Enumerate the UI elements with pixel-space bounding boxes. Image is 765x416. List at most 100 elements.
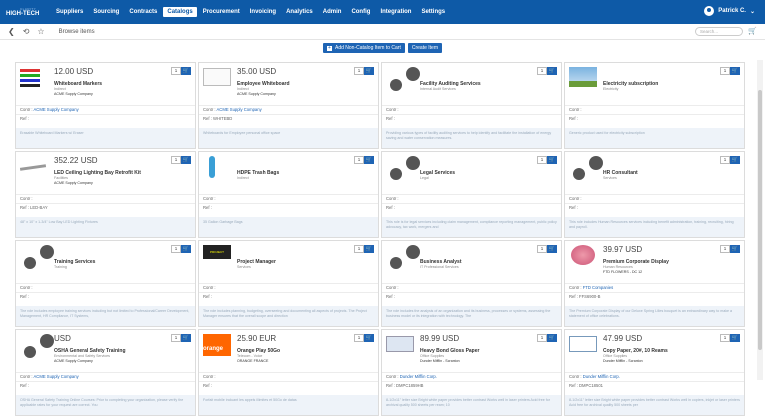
nav-item-admin[interactable]: Admin	[319, 7, 346, 17]
add-to-cart-icon[interactable]: 🛒	[181, 156, 191, 164]
add-non-catalog-button[interactable]: + Add Non-Catalog Item to Cart	[323, 43, 405, 53]
catalog-item-card[interactable]: PROJECT Project Manager Services 1 🛒 Contr : …	[198, 240, 379, 327]
add-to-cart-icon[interactable]: 🛒	[547, 245, 557, 253]
catalog-item-card[interactable]: Legal Services Legal 1 🛒 Contr : Ref : This …	[381, 151, 562, 238]
item-thumbnail[interactable]: PROJECT	[203, 245, 231, 265]
item-thumbnail[interactable]	[19, 156, 47, 176]
add-to-cart-icon[interactable]: 🛒	[181, 245, 191, 253]
add-to-cart-icon[interactable]: 🛒	[181, 334, 191, 342]
add-to-cart-icon[interactable]: 🛒	[364, 67, 374, 75]
quantity-input[interactable]: 1	[537, 67, 547, 75]
add-to-cart-icon[interactable]: 🛒	[364, 334, 374, 342]
nav-item-contracts[interactable]: Contracts	[125, 7, 161, 17]
add-to-cart-icon[interactable]: 🛒	[547, 156, 557, 164]
quantity-input[interactable]: 1	[720, 334, 730, 342]
nav-item-integration[interactable]: Integration	[376, 7, 415, 17]
scrollbar-thumb[interactable]	[758, 90, 762, 350]
nav-item-suppliers[interactable]: Suppliers	[52, 7, 87, 17]
item-thumbnail[interactable]	[20, 67, 46, 87]
quantity-input[interactable]: 1	[720, 156, 730, 164]
contract-link[interactable]: ACME Supply Company	[34, 107, 79, 112]
contract-label: Contr :	[386, 196, 399, 201]
nav-item-procurement[interactable]: Procurement	[199, 7, 244, 17]
quantity-input[interactable]: 1	[171, 334, 181, 342]
quantity-input[interactable]: 1	[537, 156, 547, 164]
item-thumbnail[interactable]	[203, 67, 231, 87]
item-thumbnail[interactable]: orange	[203, 334, 231, 356]
add-to-cart-icon[interactable]: 🛒	[730, 334, 740, 342]
user-menu[interactable]: Patrick C. ⌄	[704, 6, 755, 16]
quantity-input[interactable]: 1	[171, 156, 181, 164]
add-to-cart-icon[interactable]: 🛒	[730, 67, 740, 75]
item-thumbnail[interactable]	[569, 67, 597, 87]
nav-item-invoicing[interactable]: Invoicing	[246, 7, 280, 17]
back-icon[interactable]: ❮	[8, 27, 15, 36]
add-to-cart-icon[interactable]: 🛒	[730, 245, 740, 253]
item-description: Whiteboards for Employee personal office…	[199, 128, 378, 148]
add-to-cart-icon[interactable]: 🛒	[181, 67, 191, 75]
catalog-item-card[interactable]: Business Analyst IT Professional Services…	[381, 240, 562, 327]
item-thumbnail[interactable]	[20, 245, 54, 269]
history-icon[interactable]: ⟲	[23, 27, 30, 36]
item-thumbnail[interactable]	[386, 245, 420, 269]
catalog-item-card[interactable]: 47.99 USD Copy Paper, 20#, 10 Reams Office…	[564, 329, 745, 416]
contract-link[interactable]: ACME Supply Company	[217, 107, 262, 112]
quantity-input[interactable]: 1	[354, 156, 364, 164]
item-thumbnail[interactable]	[569, 334, 597, 354]
add-to-cart-icon[interactable]: 🛒	[547, 67, 557, 75]
quantity-control: 1 🛒	[354, 67, 374, 75]
item-thumbnail[interactable]	[569, 156, 603, 180]
catalog-item-card[interactable]: 39.97 USD Premium Corporate Display Human …	[564, 240, 745, 327]
catalog-item-card[interactable]: Training Services Training 1 🛒 Contr : Ref :…	[15, 240, 196, 327]
quantity-input[interactable]: 1	[720, 245, 730, 253]
item-thumbnail[interactable]	[20, 334, 54, 358]
quantity-input[interactable]: 1	[171, 245, 181, 253]
contract-row: Contr : Dunder Mifflin Corp.	[565, 372, 744, 381]
search-input[interactable]: Search...	[695, 27, 743, 36]
quantity-input[interactable]: 1	[537, 245, 547, 253]
quantity-input[interactable]: 1	[354, 67, 364, 75]
contract-link[interactable]: Dunder Mifflin Corp.	[583, 374, 620, 379]
create-item-button[interactable]: Create Item	[407, 43, 442, 53]
scrollbar[interactable]	[757, 60, 763, 380]
contract-link[interactable]: Dunder Mifflin Corp.	[400, 374, 437, 379]
catalog-item-card[interactable]: 12.00 USD Whiteboard Markers Indirect ACME …	[15, 62, 196, 149]
quantity-input[interactable]: 1	[720, 67, 730, 75]
cart-icon[interactable]: 🛒	[748, 27, 757, 35]
item-price: 352.22 USD	[54, 156, 98, 165]
catalog-item-card[interactable]: Facility Auditing Services Internal Audit…	[381, 62, 562, 149]
nav-item-sourcing[interactable]: Sourcing	[89, 7, 123, 17]
catalog-item-card[interactable]: HDPE Trash Bags Indirect 1 🛒 Contr : Ref : 3…	[198, 151, 379, 238]
ref-label: Ref :	[20, 294, 29, 299]
nav-item-analytics[interactable]: Analytics	[282, 7, 317, 17]
contract-link[interactable]: ACME Supply Company	[34, 374, 79, 379]
contract-row: Contr :	[382, 283, 561, 292]
add-to-cart-icon[interactable]: 🛒	[730, 156, 740, 164]
quantity-input[interactable]: 1	[354, 334, 364, 342]
nav-item-catalogs[interactable]: Catalogs	[163, 7, 197, 17]
add-to-cart-icon[interactable]: 🛒	[364, 245, 374, 253]
catalog-item-card[interactable]: 352.22 USD LED Ceiling Lighting Bay Retro…	[15, 151, 196, 238]
nav-item-settings[interactable]: Settings	[417, 7, 449, 17]
item-thumbnail[interactable]	[569, 245, 595, 265]
quantity-input[interactable]: 1	[354, 245, 364, 253]
quantity-input[interactable]: 1	[537, 334, 547, 342]
catalog-item-card[interactable]: 35.00 USD Employee Whiteboard Indirect ACME…	[198, 62, 379, 149]
logo[interactable]: CLARITY HIGH-TECH	[0, 7, 52, 17]
item-description: This role includes Human Resources servi…	[565, 217, 744, 237]
catalog-item-card[interactable]: USD OSHA General Safety Training Environme…	[15, 329, 196, 416]
item-thumbnail[interactable]	[203, 156, 229, 178]
add-to-cart-icon[interactable]: 🛒	[364, 156, 374, 164]
item-thumbnail[interactable]	[386, 67, 420, 91]
add-to-cart-icon[interactable]: 🛒	[547, 334, 557, 342]
star-icon[interactable]: ☆	[37, 27, 44, 36]
catalog-item-card[interactable]: Electricity subscription Electricity 1 🛒 Con…	[564, 62, 745, 149]
item-thumbnail[interactable]	[386, 334, 414, 354]
catalog-item-card[interactable]: 89.99 USD Heavy Bond Gloss Paper Office Su…	[381, 329, 562, 416]
catalog-item-card[interactable]: orange 25.90 EUR Orange Play 50Go Telecom -…	[198, 329, 379, 416]
contract-link[interactable]: FTD Companies	[583, 285, 613, 290]
item-thumbnail[interactable]	[386, 156, 420, 180]
quantity-input[interactable]: 1	[171, 67, 181, 75]
nav-item-config[interactable]: Config	[347, 7, 374, 17]
catalog-item-card[interactable]: HR Consultant Services 1 🛒 Contr : Ref : Thi…	[564, 151, 745, 238]
